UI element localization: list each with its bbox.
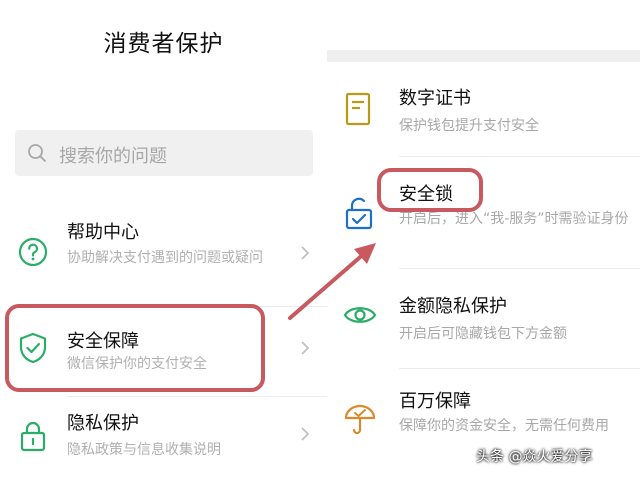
annotation-arrow — [288, 243, 376, 320]
watermark: 头条 @焱火爱分享 — [476, 449, 593, 465]
